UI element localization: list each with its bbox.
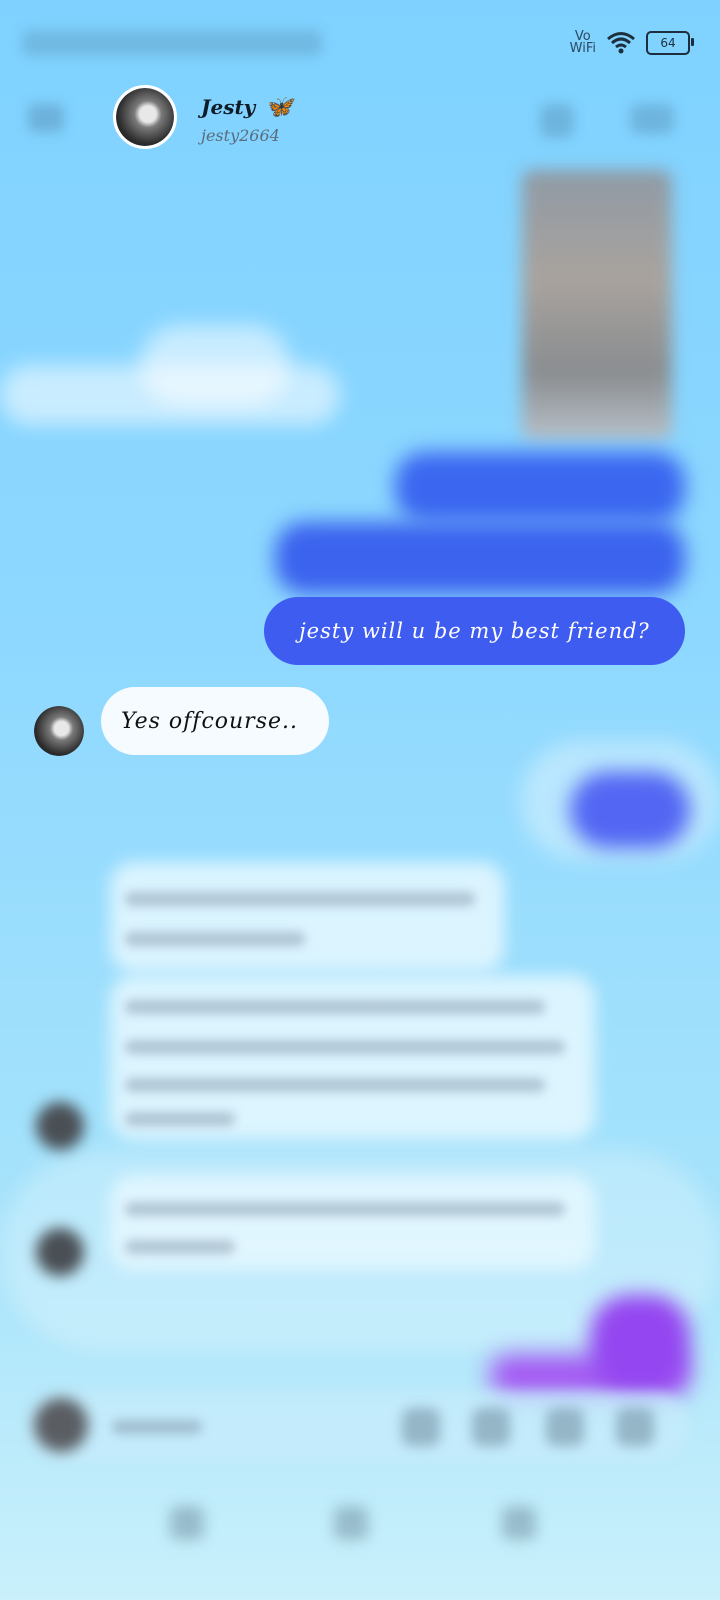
sender-avatar-image: [34, 706, 84, 756]
mic-icon[interactable]: [402, 1408, 440, 1446]
outgoing-message-bubble[interactable]: [395, 452, 685, 522]
blurred-text-line: [125, 1000, 545, 1014]
outgoing-message-bubble[interactable]: [590, 1295, 690, 1390]
gallery-icon[interactable]: [472, 1408, 510, 1446]
contact-avatar-image: [116, 88, 174, 146]
incoming-message-bubble[interactable]: [110, 862, 505, 972]
blurred-text-line: [125, 932, 305, 946]
blurred-text-line: [125, 1112, 235, 1126]
outgoing-message-text: jesty will u be my best friend?: [299, 619, 650, 643]
recent-apps-button[interactable]: [170, 1506, 204, 1540]
blurred-text-line: [125, 1078, 545, 1092]
more-options-icon[interactable]: [630, 104, 674, 134]
message-input-field[interactable]: [112, 1420, 202, 1434]
blurred-text-line: [125, 1040, 565, 1054]
battery-level: 64: [660, 36, 676, 50]
incoming-message-bubble[interactable]: Yes offcourse..: [101, 687, 329, 755]
chat-header: Jesty 🦋 jesty2664: [0, 80, 720, 160]
menu-icon[interactable]: [28, 104, 64, 132]
status-icons: Vo WiFi 64: [569, 28, 694, 58]
camera-button[interactable]: [34, 1398, 88, 1452]
sender-avatar[interactable]: [36, 1228, 84, 1276]
home-button[interactable]: [334, 1506, 368, 1540]
status-bar: Vo WiFi 64: [0, 0, 720, 80]
contact-avatar[interactable]: [113, 85, 177, 149]
sender-avatar[interactable]: [36, 1102, 84, 1150]
cloud-decoration: [140, 325, 290, 405]
battery-icon: 64: [646, 31, 694, 55]
outgoing-message-bubble[interactable]: [275, 522, 685, 594]
incoming-message-text: Yes offcourse..: [121, 708, 298, 734]
contact-handle: jesty2664: [201, 126, 280, 145]
add-icon[interactable]: [616, 1408, 654, 1446]
shared-media-thumbnail[interactable]: [522, 170, 672, 440]
wifi-icon: [607, 32, 635, 54]
contact-name[interactable]: Jesty 🦋: [201, 94, 293, 120]
vowifi-label: Vo WiFi: [569, 29, 596, 56]
call-icon[interactable]: [540, 104, 574, 138]
incoming-message-bubble[interactable]: [110, 1175, 595, 1270]
back-button[interactable]: [502, 1506, 536, 1540]
sticker-icon[interactable]: [546, 1408, 584, 1446]
blurred-text-line: [125, 1240, 235, 1254]
contact-name-text: Jesty: [201, 95, 256, 119]
sender-avatar[interactable]: [34, 706, 84, 756]
blurred-text-line: [125, 892, 475, 906]
outgoing-message-bubble[interactable]: jesty will u be my best friend?: [264, 597, 685, 665]
butterfly-icon: 🦋: [265, 94, 293, 120]
blurred-text-line: [125, 1202, 565, 1216]
status-bar-time-area: [22, 30, 322, 56]
outgoing-message-bubble[interactable]: [570, 772, 690, 848]
